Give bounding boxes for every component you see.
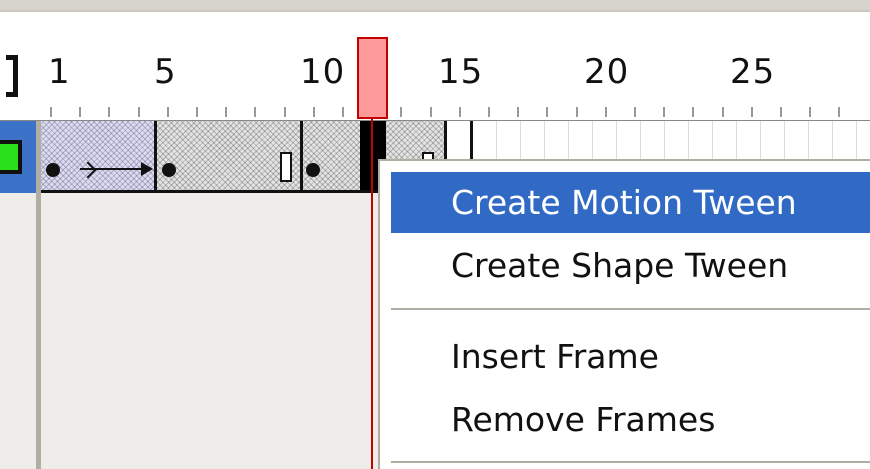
panel-header-strip — [0, 0, 870, 10]
ruler-tick — [546, 107, 548, 117]
ruler-tick — [751, 107, 753, 117]
menu-item-insert-frame[interactable]: Insert Frame — [391, 326, 870, 387]
keyframe-dot-icon[interactable] — [162, 163, 176, 177]
menu-item-create-motion-tween[interactable]: Create Motion Tween — [391, 172, 870, 233]
ruler-tick — [284, 107, 286, 117]
ruler-tick — [313, 107, 315, 117]
tween-arrowhead-icon — [141, 162, 153, 176]
ruler-tick — [108, 107, 110, 117]
ruler-tick — [722, 107, 724, 117]
ruler-tick — [517, 107, 519, 117]
ruler-tick — [605, 107, 607, 117]
keyframe-dot-icon[interactable] — [306, 163, 320, 177]
ruler-tick — [780, 107, 782, 117]
ruler-tick — [225, 107, 227, 117]
layer-color-swatch — [0, 140, 22, 174]
ruler-tick — [167, 107, 169, 117]
keyframe-dot-icon[interactable] — [46, 163, 60, 177]
keyframe-boundary — [154, 121, 157, 193]
ruler-bracket-icon — [6, 55, 18, 97]
ruler-tick — [634, 107, 636, 117]
frame-number-5: 5 — [154, 52, 177, 92]
keyframe-boundary — [300, 121, 303, 193]
context-menu: Create Motion Tween Create Shape Tween I… — [378, 159, 870, 469]
ruler-tick — [838, 107, 840, 117]
motion-tween-span[interactable] — [40, 121, 154, 193]
end-frame-marker-icon — [280, 152, 292, 182]
menu-item-remove-frames[interactable]: Remove Frames — [391, 389, 870, 450]
menu-item-create-shape-tween[interactable]: Create Shape Tween — [391, 235, 870, 296]
playhead-line — [371, 119, 373, 469]
menu-separator — [391, 461, 870, 463]
ruler-tick — [809, 107, 811, 117]
ruler-tick — [576, 107, 578, 117]
ruler-tick — [488, 107, 490, 117]
ruler-tick — [342, 107, 344, 117]
ruler-tick — [692, 107, 694, 117]
menu-separator — [391, 308, 870, 310]
ruler-tick — [663, 107, 665, 117]
frame-number-25: 25 — [730, 52, 776, 92]
playhead[interactable] — [357, 37, 388, 119]
frame-number-10: 10 — [300, 52, 346, 92]
ruler-tick — [138, 107, 140, 117]
ruler-tick — [79, 107, 81, 117]
layer-panel-divider[interactable] — [36, 121, 41, 469]
static-frames-span[interactable] — [302, 121, 360, 193]
ruler-tick — [254, 107, 256, 117]
frame-number-20: 20 — [584, 52, 630, 92]
ruler-tick — [400, 107, 402, 117]
static-frames-span[interactable] — [156, 121, 300, 193]
frame-number-1: 1 — [48, 52, 71, 92]
frame-number-15: 15 — [438, 52, 484, 92]
ruler-tick — [430, 107, 432, 117]
ruler-tick — [196, 107, 198, 117]
ruler-tick — [459, 107, 461, 117]
ruler-tick — [50, 107, 52, 117]
